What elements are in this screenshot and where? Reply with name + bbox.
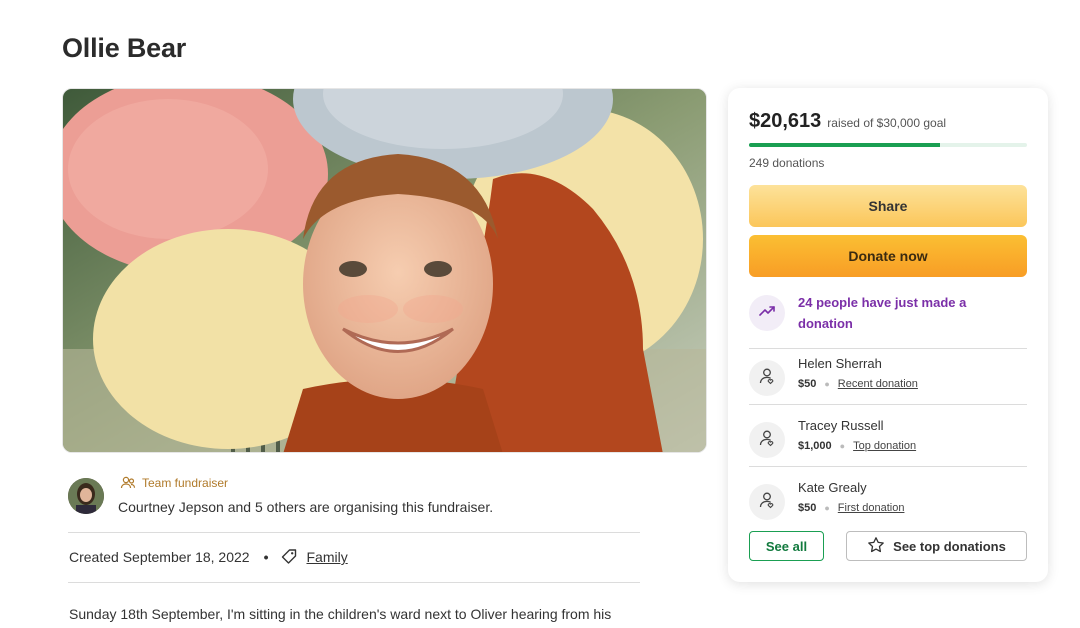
donor-item: Tracey Russell $1,000 ● Top donation: [749, 418, 1027, 468]
raised-summary: $20,613 raised of $30,000 goal: [749, 110, 946, 133]
trend-up-icon: [757, 301, 777, 326]
donor-avatar: [749, 422, 785, 458]
donor-detail: $1,000 ● Top donation: [798, 440, 916, 452]
donor-amount: $50: [798, 502, 817, 514]
see-all-button[interactable]: See all: [749, 531, 824, 561]
tag-icon: [280, 548, 298, 566]
donation-card: $20,613 raised of $30,000 goal 249 donat…: [728, 88, 1048, 582]
donate-now-button[interactable]: Donate now: [749, 235, 1027, 277]
see-top-donations-label: See top donations: [893, 538, 1006, 554]
donor-name: Helen Sherrah: [798, 356, 882, 371]
donation-type-link[interactable]: First donation: [838, 502, 905, 514]
divider: [749, 348, 1027, 349]
team-fundraiser-label: Team fundraiser: [142, 476, 229, 490]
category-link[interactable]: Family: [306, 549, 347, 565]
donor-icon: [757, 428, 777, 453]
trend-notice: 24 people have just made a donation: [749, 292, 1027, 340]
donor-item: Kate Grealy $50 ● First donation: [749, 480, 1027, 530]
divider: [68, 582, 640, 583]
donor-amount: $50: [798, 378, 817, 390]
dot-separator: ●: [824, 379, 830, 389]
trend-text: 24 people have just made a donation: [798, 295, 967, 331]
share-button[interactable]: Share: [749, 185, 1027, 227]
team-fundraiser-tag: Team fundraiser: [120, 476, 228, 490]
story-text: Sunday 18th September, I'm sitting in th…: [69, 606, 612, 622]
donor-icon: [757, 366, 777, 391]
dot-separator: ●: [839, 441, 846, 451]
donations-count: 249 donations: [749, 156, 825, 170]
created-date: Created September 18, 2022: [69, 549, 250, 565]
meta-separator: •: [263, 549, 269, 565]
progress-fill: [749, 143, 940, 147]
divider: [68, 532, 640, 533]
progress-bar: [749, 143, 1027, 147]
divider: [749, 404, 1027, 405]
organiser-section: Team fundraiser Courtney Jepson and 5 ot…: [68, 476, 640, 524]
page-title: Ollie Bear: [62, 33, 187, 63]
donation-type-link[interactable]: Recent donation: [838, 378, 918, 390]
amount-raised: $20,613: [749, 110, 822, 132]
organiser-avatar[interactable]: [68, 478, 104, 514]
organiser-text: Courtney Jepson and 5 others are organis…: [118, 499, 494, 515]
goal-text: raised of $30,000 goal: [827, 116, 947, 130]
donor-name: Tracey Russell: [798, 418, 884, 433]
star-icon: [867, 536, 885, 557]
donor-avatar: [749, 360, 785, 396]
campaign-hero-image: [62, 88, 707, 453]
trend-icon-circle: [749, 295, 785, 331]
divider: [749, 466, 1027, 467]
campaign-meta: Created September 18, 2022 • Family: [69, 548, 348, 566]
donor-detail: $50 ● Recent donation: [798, 378, 918, 390]
donor-detail: $50 ● First donation: [798, 502, 904, 514]
donor-name: Kate Grealy: [798, 480, 867, 495]
team-icon: [120, 476, 136, 490]
donor-amount: $1,000: [798, 440, 832, 452]
donation-type-link[interactable]: Top donation: [853, 440, 916, 452]
see-top-donations-button[interactable]: See top donations: [846, 531, 1027, 561]
donor-avatar: [749, 484, 785, 520]
donor-item: Helen Sherrah $50 ● Recent donation: [749, 356, 1027, 406]
donor-icon: [757, 490, 777, 515]
dot-separator: ●: [824, 503, 830, 513]
